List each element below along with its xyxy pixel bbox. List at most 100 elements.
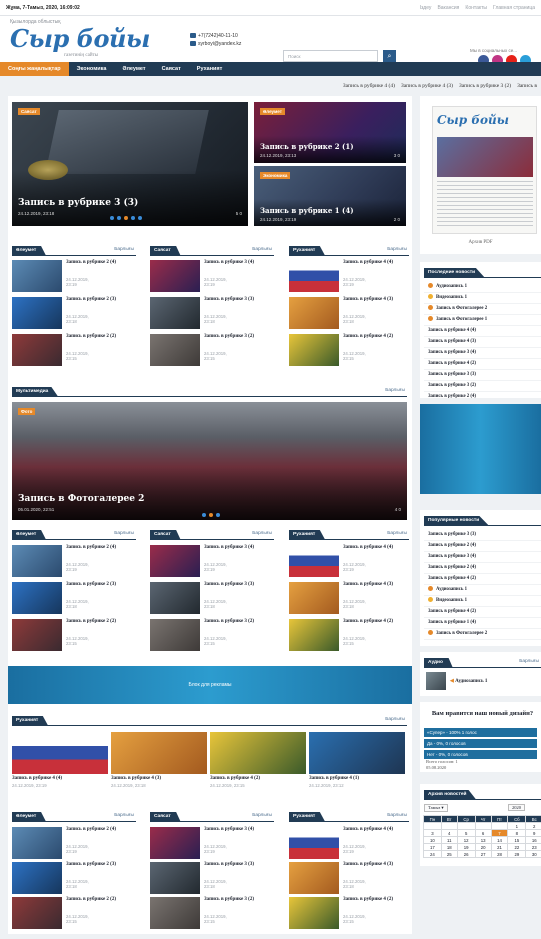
- poll-option[interactable]: «Супер» - 100% 1 голос: [424, 728, 537, 737]
- list-item[interactable]: Запись в Фотогалерее 1: [424, 315, 541, 326]
- calendar-day[interactable]: 28: [490, 850, 509, 858]
- list-item[interactable]: Запись в рубрике 2 (4): [424, 392, 541, 403]
- item-label[interactable]: Запись в рубрике 4 (2): [428, 576, 476, 581]
- slider-dots[interactable]: [110, 216, 142, 220]
- section-all-link[interactable]: Барлығы: [519, 659, 539, 664]
- calendar-day[interactable]: 11: [440, 836, 458, 844]
- calendar-day[interactable]: 19: [456, 843, 476, 851]
- list-item[interactable]: Запись в рубрике 4 (2): [424, 574, 541, 585]
- hero-title[interactable]: Запись в рубрике 3 (3): [18, 198, 138, 208]
- slider-dot[interactable]: [131, 216, 135, 220]
- section-tab[interactable]: Саясат: [150, 530, 181, 540]
- thumbnail[interactable]: [12, 334, 62, 366]
- item-label[interactable]: Запись в рубрике 4 (2): [428, 361, 476, 366]
- thumbnail[interactable]: [150, 619, 200, 651]
- section-tab[interactable]: Мультимедиа: [12, 387, 59, 397]
- gallery-slide[interactable]: Фото Запись в Фотогалерее 2 05.01.2020, …: [12, 402, 407, 520]
- calendar-day[interactable]: 9: [525, 829, 541, 837]
- item-label[interactable]: Запись в рубрике 4 (3): [428, 339, 476, 344]
- entry-title[interactable]: Запись в рубрике 2 (2): [66, 334, 130, 340]
- section-all-link[interactable]: Барлығы: [114, 813, 134, 818]
- thumbnail[interactable]: [12, 862, 62, 894]
- side-title[interactable]: Запись в рубрике 2 (1): [260, 142, 354, 151]
- list-item[interactable]: Запись в рубрике 2 (4): [424, 563, 541, 574]
- section-tab[interactable]: Руханият: [12, 716, 49, 726]
- nav-item-economy[interactable]: Экономика: [69, 62, 115, 76]
- calendar-day[interactable]: 18: [440, 843, 458, 851]
- item-label[interactable]: Запись в рубрике 4 (4): [428, 328, 476, 333]
- sidebar-ad-banner[interactable]: [420, 404, 541, 494]
- slider-dot[interactable]: [117, 216, 121, 220]
- slider-dot-active[interactable]: [124, 216, 128, 220]
- entry-title[interactable]: Запись в рубрике 3 (2): [204, 897, 268, 903]
- calendar-day[interactable]: 25: [440, 850, 458, 858]
- calendar-day[interactable]: 17: [423, 843, 442, 851]
- item-label[interactable]: Запись в Фотогалерее 2: [436, 631, 487, 636]
- section-all-link[interactable]: Барлығы: [114, 247, 134, 252]
- thumbnail[interactable]: [150, 297, 200, 329]
- side-tag[interactable]: Экономика: [260, 172, 291, 179]
- thumbnail[interactable]: [150, 582, 200, 614]
- calendar-day[interactable]: 30: [525, 850, 541, 858]
- section-tab[interactable]: Руханият: [289, 812, 326, 822]
- entry-title[interactable]: Запись в рубрике 3 (3): [204, 297, 268, 303]
- entry-title[interactable]: Запись в рубрике 3 (2): [204, 619, 268, 625]
- calendar-day[interactable]: 1: [507, 822, 527, 830]
- entry-title[interactable]: Запись в рубрике 4 (2): [210, 776, 306, 781]
- poll-option[interactable]: Нет - 0%, 0 голосов: [424, 750, 537, 759]
- ad-banner[interactable]: Блок для рекламы: [8, 666, 412, 704]
- section-tab[interactable]: Әлеумет: [12, 812, 47, 822]
- ticker-item[interactable]: Запись в: [517, 80, 537, 92]
- thumbnail[interactable]: [111, 732, 207, 774]
- thumbnail[interactable]: [12, 582, 62, 614]
- calendar-day[interactable]: 13: [474, 836, 492, 844]
- list-item[interactable]: Запись в рубрике 3 (4): [424, 552, 541, 563]
- list-item[interactable]: Запись в рубрике 3 (3): [424, 530, 541, 541]
- calendar-day[interactable]: 10: [423, 836, 442, 844]
- month-select[interactable]: Тамыз ▾: [424, 804, 448, 812]
- calendar-day[interactable]: [440, 822, 458, 830]
- entry-title[interactable]: Запись в рубрике 3 (4): [204, 827, 268, 833]
- thumbnail[interactable]: [12, 297, 62, 329]
- list-item[interactable]: Запись в Фотогалерее 2: [424, 629, 541, 640]
- list-item[interactable]: Запись в рубрике 4 (3): [424, 337, 541, 348]
- calendar-day[interactable]: 16: [525, 836, 541, 844]
- thumbnail[interactable]: [289, 827, 339, 859]
- item-label[interactable]: Запись в рубрике 2 (4): [428, 394, 476, 399]
- entry-title[interactable]: Запись в рубрике 2 (4): [66, 260, 130, 266]
- list-item[interactable]: Видеозапись 1: [424, 293, 541, 304]
- section-tab[interactable]: Әлеумет: [12, 246, 47, 256]
- slider-dots[interactable]: [202, 513, 220, 517]
- slider-dot[interactable]: [202, 513, 206, 517]
- calendar-day[interactable]: [456, 822, 476, 830]
- item-label[interactable]: Запись в Фотогалерее 1: [436, 317, 487, 322]
- list-item[interactable]: Запись в рубрике 4 (2): [424, 359, 541, 370]
- site-logo[interactable]: Сыр бойы: [10, 24, 150, 53]
- calendar-day[interactable]: 26: [456, 850, 476, 858]
- section-all-link[interactable]: Барлығы: [252, 531, 272, 536]
- calendar-day[interactable]: 23: [525, 843, 541, 851]
- ticker-item[interactable]: Запись в рубрике 4 (4): [343, 80, 395, 92]
- thumbnail[interactable]: [12, 545, 62, 577]
- top-link-search[interactable]: Іздеу: [420, 5, 432, 11]
- calendar-day[interactable]: 3: [423, 829, 442, 837]
- thumbnail[interactable]: [289, 297, 339, 329]
- item-label[interactable]: Видеозапись 1: [436, 295, 467, 300]
- entry-title[interactable]: Запись в рубрике 3 (3): [204, 862, 268, 868]
- calendar-day[interactable]: 2: [525, 822, 541, 830]
- calendar-day[interactable]: 29: [507, 850, 527, 858]
- section-all-link[interactable]: Барлығы: [385, 717, 405, 722]
- thumbnail[interactable]: [12, 732, 108, 774]
- section-all-link[interactable]: Барлығы: [387, 531, 407, 536]
- calendar-day[interactable]: [423, 822, 442, 830]
- entry-title[interactable]: Запись в рубрике 4 (3): [343, 297, 407, 303]
- year-select[interactable]: 2020: [508, 804, 525, 811]
- list-item[interactable]: Запись в рубрике 3 (2): [424, 381, 541, 392]
- section-all-link[interactable]: Барлығы: [387, 247, 407, 252]
- item-label[interactable]: Запись в рубрике 3 (4): [428, 554, 476, 559]
- item-label[interactable]: Аудиозапись 1: [436, 284, 467, 289]
- nav-item-latest[interactable]: Соңғы жаңалықтар: [0, 62, 69, 76]
- list-item[interactable]: Запись в рубрике 4 (4): [424, 326, 541, 337]
- slider-dot-active[interactable]: [209, 513, 213, 517]
- section-all-link[interactable]: Барлығы: [252, 247, 272, 252]
